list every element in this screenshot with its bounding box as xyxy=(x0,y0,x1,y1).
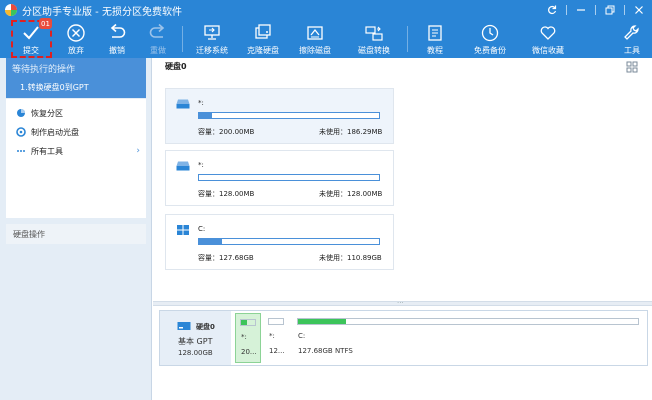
clone-disk-icon xyxy=(255,24,271,39)
sidebar-item-label: 制作启动光盘 xyxy=(31,127,79,137)
migrate-os-button[interactable]: 迁移系统 xyxy=(193,21,231,57)
discard-button[interactable]: 放弃 xyxy=(62,21,90,57)
tools-label: 工具 xyxy=(624,46,640,55)
sidebar-item-all-tools[interactable]: 所有工具 › xyxy=(6,142,146,160)
free-space-label: 未使用：128.00MB xyxy=(319,190,383,198)
free-space-label: 未使用：110.89GB xyxy=(319,254,382,262)
undo-button[interactable]: 撤销 xyxy=(103,21,131,57)
pending-op-item[interactable]: 1.转换硬盘0到GPT xyxy=(20,82,89,93)
sidebar: 等待执行的操作 1.转换硬盘0到GPT 恢复分区 制作启动光盘 所有工具 › 硬… xyxy=(0,58,152,400)
title-bar: 分区助手专业版 - 无损分区免费软件 xyxy=(0,0,652,20)
app-logo-icon xyxy=(4,3,18,17)
gear-disc-icon xyxy=(16,127,26,137)
restore-icon[interactable] xyxy=(601,2,619,18)
redo-icon xyxy=(149,23,165,38)
free-backup-label: 免费备份 xyxy=(474,46,506,55)
disk-map-partition[interactable]: *: 12... xyxy=(264,313,290,363)
wechat-collect-button[interactable]: 微信收藏 xyxy=(530,21,566,57)
free-backup-button[interactable]: 免费备份 xyxy=(472,21,508,57)
partition-name: *: xyxy=(198,161,204,169)
redo-button[interactable]: 重做 xyxy=(144,21,172,57)
disk-type: 基本 GPT xyxy=(178,337,213,346)
wechat-collect-label: 微信收藏 xyxy=(532,46,564,55)
partition-card[interactable]: *: 容量：128.00MB 未使用：128.00MB xyxy=(165,150,394,206)
disk-convert-icon xyxy=(365,26,383,41)
main-panel: 硬盘0 *: 容量：200.00MB 未使用：186.29MB *: 容量：128.00… xyxy=(153,58,652,400)
backup-icon xyxy=(481,24,499,42)
disk-header: 硬盘0 xyxy=(165,62,187,71)
disk-size: 128.00GB xyxy=(178,349,213,357)
undo-label: 撤销 xyxy=(109,46,125,55)
undo-icon xyxy=(110,23,126,38)
migrate-os-icon xyxy=(204,25,220,40)
close-icon[interactable] xyxy=(630,2,648,18)
usage-bar xyxy=(198,174,380,181)
wipe-disk-button[interactable]: 擦除磁盘 xyxy=(296,21,334,57)
partition-name: C: xyxy=(198,225,206,233)
partition-label: C: xyxy=(298,332,306,340)
disk-map-row[interactable]: 硬盘0 基本 GPT 128.00GB *: 20... *: 12... C: 127.… xyxy=(159,310,648,366)
capacity-label: 容量：128.00MB xyxy=(198,190,255,198)
disk-name: 硬盘0 xyxy=(196,323,215,331)
tutorial-label: 教程 xyxy=(427,46,443,55)
disk-info[interactable]: 硬盘0 基本 GPT 128.00GB xyxy=(160,311,231,365)
grid-view-icon[interactable] xyxy=(626,61,638,73)
partition-size: 20... xyxy=(241,348,257,356)
sidebar-item-boot-disc[interactable]: 制作启动光盘 xyxy=(6,123,146,141)
disk-map-partition[interactable]: *: 20... xyxy=(235,313,261,363)
x-circle-icon xyxy=(67,24,85,42)
partition-card[interactable]: C: 容量：127.68GB 未使用：110.89GB xyxy=(165,214,394,270)
partition-size: 127.68GB NTFS xyxy=(298,347,353,355)
panel-splitter[interactable]: ··· xyxy=(153,299,652,307)
partition-size: 12... xyxy=(269,347,285,355)
wipe-disk-icon xyxy=(307,26,323,40)
pending-title: 等待执行的操作 xyxy=(12,65,76,75)
heart-icon xyxy=(540,26,556,40)
pending-operations-panel: 等待执行的操作 1.转换硬盘0到GPT xyxy=(6,58,146,98)
minimize-icon[interactable] xyxy=(572,2,590,18)
clone-disk-label: 克隆硬盘 xyxy=(247,46,279,55)
partition-card[interactable]: *: 容量：200.00MB 未使用：186.29MB xyxy=(165,88,394,144)
disk-convert-label: 磁盘转换 xyxy=(358,46,390,55)
free-space-label: 未使用：186.29MB xyxy=(319,128,383,136)
book-icon xyxy=(428,25,442,41)
sidebar-item-recover-partition[interactable]: 恢复分区 xyxy=(6,104,146,122)
sidebar-menu: 恢复分区 制作启动光盘 所有工具 › xyxy=(6,99,146,218)
toolbar: 提交 放弃 撤销 重做 迁移系统 克隆硬盘 擦除磁盘 磁盘转换 教程 免费备份 … xyxy=(0,20,652,58)
capacity-label: 容量：200.00MB xyxy=(198,128,255,136)
sidebar-item-label: 恢复分区 xyxy=(31,108,63,118)
tutorial-button[interactable]: 教程 xyxy=(421,21,449,57)
partition-usage-bar xyxy=(297,318,639,325)
wrench-icon xyxy=(624,25,639,40)
disk-map-partition[interactable]: C: 127.68GB NTFS xyxy=(293,313,645,363)
drive-icon xyxy=(177,322,191,330)
wipe-disk-label: 擦除磁盘 xyxy=(299,46,331,55)
tools-button[interactable]: 工具 xyxy=(618,21,646,57)
partition-usage-bar xyxy=(268,318,284,325)
disk-operations-header[interactable]: 硬盘操作 xyxy=(6,224,146,244)
sidebar-item-label: 所有工具 xyxy=(31,146,63,156)
refresh-icon[interactable] xyxy=(543,2,561,18)
usage-bar xyxy=(198,112,380,119)
disk-convert-button[interactable]: 磁盘转换 xyxy=(355,21,393,57)
partition-label: *: xyxy=(241,333,247,341)
window-title: 分区助手专业版 - 无损分区免费软件 xyxy=(22,6,182,18)
partition-usage-bar xyxy=(240,319,256,326)
dots-icon xyxy=(16,146,26,156)
migrate-os-label: 迁移系统 xyxy=(196,46,228,55)
usage-bar xyxy=(198,238,380,245)
drive-icon xyxy=(176,161,190,171)
partition-label: *: xyxy=(269,332,275,340)
pie-icon xyxy=(16,108,26,118)
capacity-label: 容量：127.68GB xyxy=(198,254,254,262)
pending-count-badge: 01 xyxy=(39,18,52,29)
windows-icon xyxy=(177,225,189,235)
partition-name: *: xyxy=(198,99,204,107)
drive-icon xyxy=(176,99,190,109)
discard-label: 放弃 xyxy=(68,46,84,55)
chevron-right-icon: › xyxy=(136,146,140,156)
redo-label: 重做 xyxy=(150,46,166,55)
clone-disk-button[interactable]: 克隆硬盘 xyxy=(244,21,282,57)
